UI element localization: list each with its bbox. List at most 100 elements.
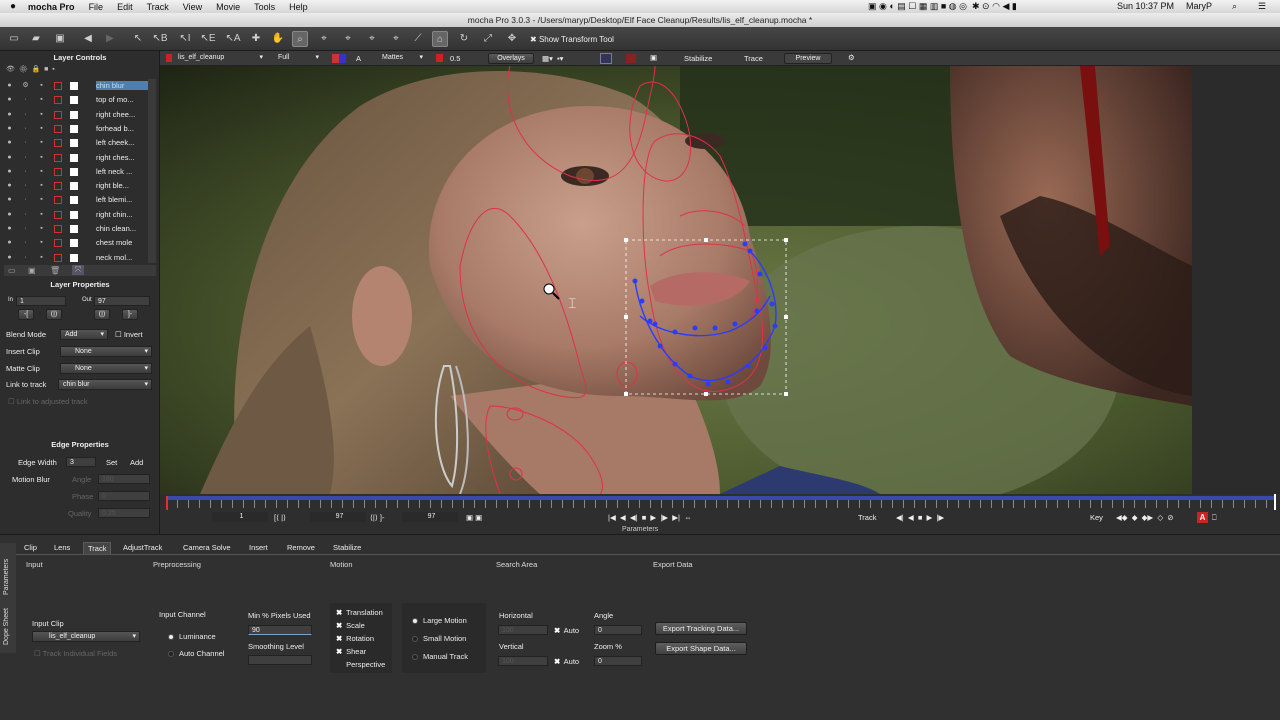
tab-camera-solve[interactable]: Camera Solve	[179, 542, 235, 554]
timeline-end-field[interactable]: 97	[402, 512, 458, 522]
tab-insert[interactable]: Insert	[245, 542, 272, 554]
rotation-checkbox[interactable]: ✖ Rotation	[336, 634, 374, 643]
select-a-tool-icon[interactable]: ↖A	[225, 31, 241, 47]
timeline-in-marker[interactable]	[166, 496, 168, 510]
menu-clock[interactable]: Sun 10:37 PM	[1117, 1, 1174, 11]
timeline-ruler[interactable]	[166, 500, 1276, 508]
track-controls[interactable]: ◀| ◀ ■ ▶ |▶	[896, 513, 944, 522]
small-motion-radio[interactable]: Small Motion	[412, 634, 466, 643]
large-motion-radio[interactable]: Large Motion	[412, 616, 467, 625]
overlays-button[interactable]: Overlays	[488, 53, 534, 64]
layer-color-swatch[interactable]	[54, 82, 62, 90]
link-to-track-select[interactable]: chin blur	[58, 379, 152, 390]
matte-clip-select[interactable]: None	[60, 363, 152, 374]
mask-view-icon[interactable]	[626, 54, 636, 63]
lock-icon[interactable]: ▪	[38, 254, 45, 261]
horizontal-field[interactable]: 100	[498, 625, 548, 635]
layer-row[interactable]: ● · ▪ right chin...	[4, 208, 156, 222]
apple-menu-icon[interactable]: ●	[10, 1, 16, 12]
gear-icon[interactable]: ·	[22, 211, 29, 218]
phase-field[interactable]: 0	[98, 491, 150, 501]
insert-clip-select[interactable]: None	[60, 346, 152, 357]
zoom-tool-icon[interactable]: ⌕	[292, 31, 308, 47]
bezier-tool-icon[interactable]: ⌖	[364, 31, 380, 47]
min-pixels-field[interactable]: 90	[248, 625, 312, 635]
open-project-icon[interactable]: ▰	[28, 31, 44, 47]
layer-list-scrollbar[interactable]	[148, 79, 156, 263]
shear-checkbox[interactable]: ✖ Shear	[336, 647, 366, 656]
select-b-tool-icon[interactable]: ↖B	[152, 31, 168, 47]
menu-movie[interactable]: Movie	[216, 2, 240, 12]
preview-toggle[interactable]: Preview	[784, 53, 832, 64]
invert-checkbox[interactable]: ☐ Invert	[115, 330, 143, 339]
show-transform-tool-toggle[interactable]: ✖ Show Transform Tool	[530, 35, 614, 44]
set-out-button[interactable]: ]-	[122, 309, 138, 320]
matte-color-swatch[interactable]	[436, 54, 443, 62]
eye-icon[interactable]: ●	[6, 96, 13, 103]
menu-help[interactable]: Help	[289, 2, 308, 12]
lock-icon[interactable]: ▪	[38, 225, 45, 232]
layer-row[interactable]: ● · ▪ left cheek...	[4, 136, 156, 150]
angle-field[interactable]: 180	[98, 474, 150, 484]
grid-view-icon[interactable]	[600, 53, 612, 64]
new-project-icon[interactable]: ▭	[6, 31, 22, 47]
eye-icon[interactable]: ●	[6, 211, 13, 218]
layer-matte-swatch[interactable]	[70, 110, 78, 119]
x-spline-tool-icon[interactable]: ⌖	[316, 31, 332, 47]
vertical-auto-checkbox[interactable]: ✖ Auto	[554, 657, 579, 666]
layer-options-icon[interactable]: ⤧	[72, 265, 84, 275]
channel-swatch[interactable]	[332, 54, 346, 63]
eye-icon[interactable]: ●	[6, 139, 13, 146]
side-tab-parameters[interactable]: Parameters	[3, 547, 10, 595]
layer-color-swatch[interactable]	[54, 253, 62, 262]
trace-toggle[interactable]: Trace	[744, 54, 763, 63]
out-field[interactable]: 97	[94, 296, 150, 306]
quality-field[interactable]: 0.25	[98, 508, 150, 518]
lock-icon[interactable]: ▪	[38, 182, 45, 189]
gear-icon[interactable]: ·	[22, 125, 29, 132]
new-layer-icon[interactable]: ▭	[8, 266, 16, 275]
undo-icon[interactable]: ◀	[80, 31, 96, 47]
menu-app-name[interactable]: mocha Pro	[28, 2, 75, 12]
lock-icon[interactable]: ▪	[38, 82, 45, 89]
smoothing-field[interactable]	[248, 655, 312, 665]
layer-row[interactable]: ● · ▪ chest mole	[4, 236, 156, 250]
menu-view[interactable]: View	[183, 2, 202, 12]
layer-row[interactable]: ● · ▪ top of mo...	[4, 93, 156, 107]
save-project-icon[interactable]: ▣	[52, 31, 68, 47]
tab-lens[interactable]: Lens	[50, 542, 74, 554]
stabilize-toggle[interactable]: Stabilize	[684, 54, 712, 63]
tab-stabilize[interactable]: Stabilize	[329, 542, 365, 554]
search-angle-field[interactable]: 0	[594, 625, 642, 635]
lock-icon[interactable]: ▪	[38, 111, 45, 118]
timeline-current-field[interactable]: 97	[310, 512, 366, 522]
layer-color-swatch[interactable]	[54, 139, 62, 148]
layer-row[interactable]: ● ⚙ ▪ chin blur	[4, 79, 156, 93]
tab-track[interactable]: Track	[83, 542, 112, 554]
horizontal-auto-checkbox[interactable]: ✖ Auto	[554, 626, 579, 635]
tab-adjusttrack[interactable]: AdjustTrack	[119, 542, 166, 554]
side-tab-dope-sheet[interactable]: Dope Sheet	[3, 601, 10, 645]
layer-matte-swatch[interactable]	[70, 153, 78, 162]
add-x-spline-icon[interactable]: ⌖	[340, 31, 356, 47]
keyframe-controls[interactable]: ◀◆ ◆ ◆▶ ◇ ⊘	[1116, 513, 1174, 522]
edge-set-button[interactable]: Set	[106, 458, 117, 467]
export-tracking-data-button[interactable]: Export Tracking Data...	[655, 622, 747, 635]
select-e-tool-icon[interactable]: ↖E	[200, 31, 216, 47]
gear-icon[interactable]: ⚙	[22, 82, 29, 89]
menu-user[interactable]: MaryP	[1186, 1, 1212, 11]
layer-color-swatch[interactable]	[54, 239, 62, 248]
lock-icon[interactable]: ▪	[38, 239, 45, 246]
eye-icon[interactable]: ●	[6, 154, 13, 161]
magnetic-tool-icon[interactable]: ⟋	[410, 31, 426, 47]
timeline-playhead[interactable]	[1274, 494, 1276, 510]
pick-tool-icon[interactable]: ↖	[130, 31, 146, 47]
set-in-button[interactable]: -[	[18, 309, 34, 320]
layer-row[interactable]: ● · ▪ left neck ...	[4, 165, 156, 179]
tab-clip[interactable]: Clip	[20, 542, 41, 554]
layer-matte-swatch[interactable]	[70, 210, 78, 219]
eye-icon[interactable]: ●	[6, 111, 13, 118]
spotlight-icon[interactable]: ⌕	[1232, 1, 1237, 12]
manual-track-radio[interactable]: Manual Track	[412, 652, 468, 661]
auto-channel-radio[interactable]: Auto Channel	[168, 649, 224, 658]
